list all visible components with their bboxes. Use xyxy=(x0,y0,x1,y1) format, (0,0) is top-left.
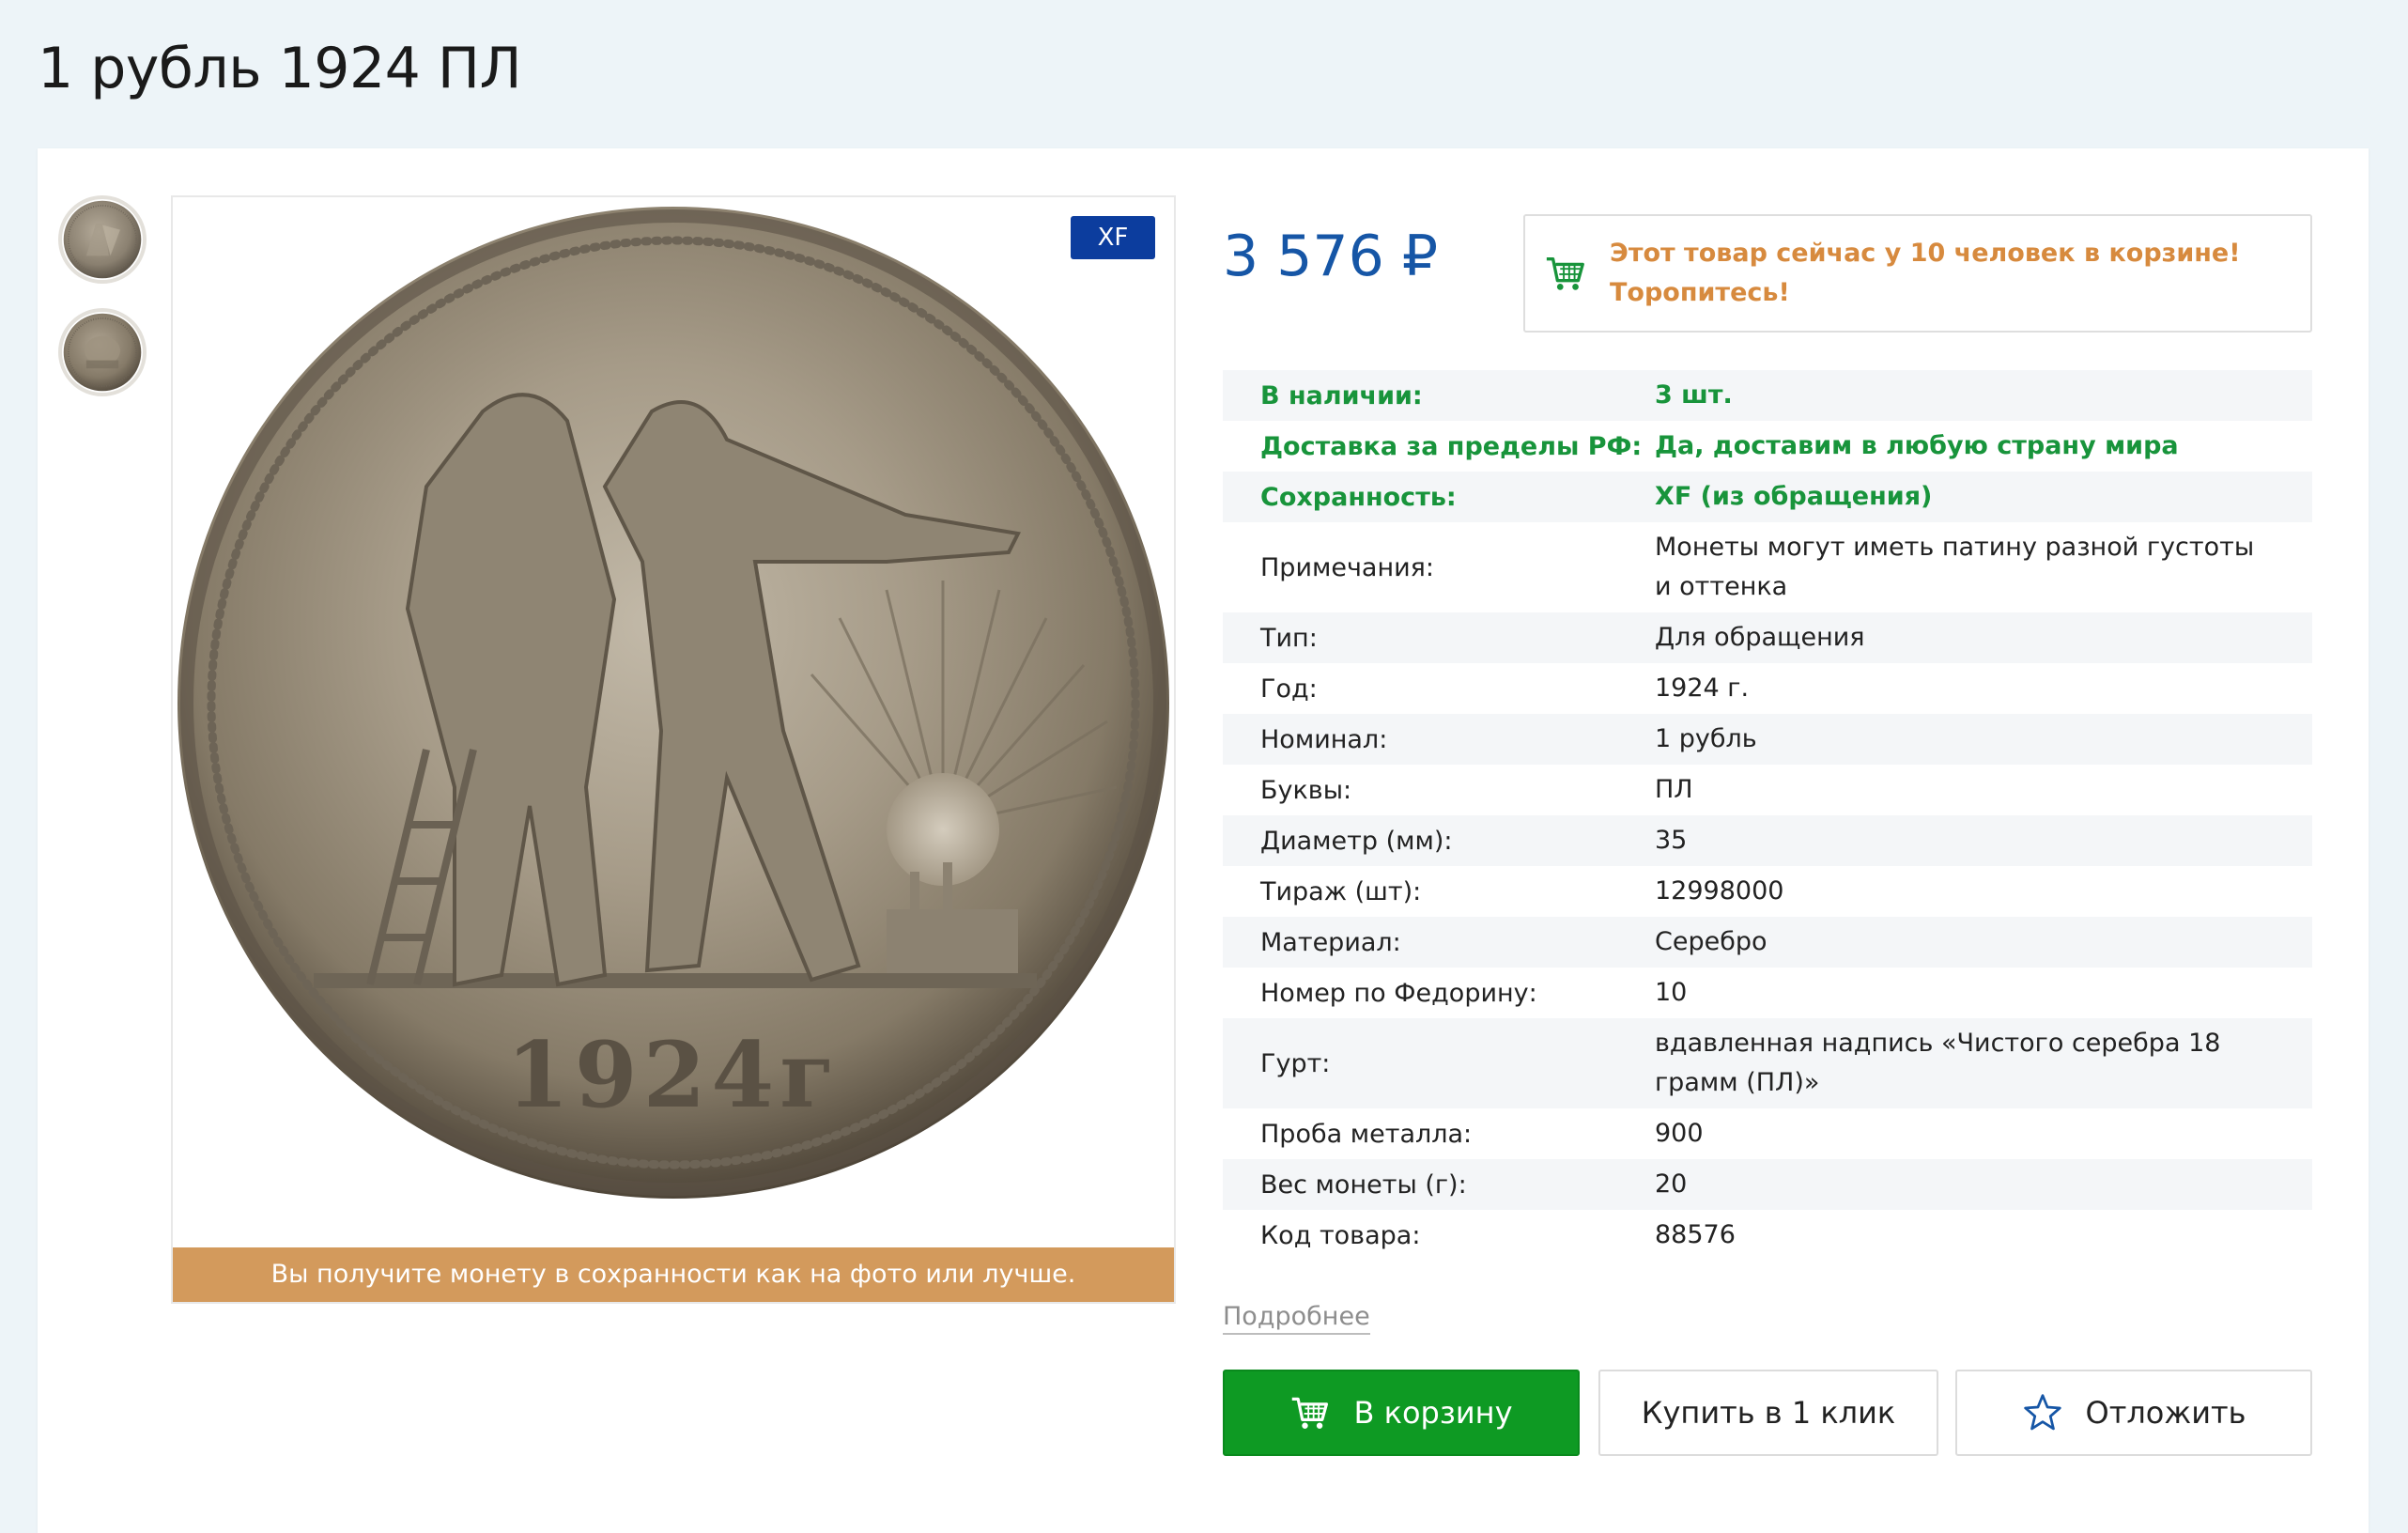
coin-year-text: 1924г xyxy=(506,1022,841,1128)
spec-value: 3 шт. xyxy=(1655,380,1733,410)
star-icon xyxy=(2023,1394,2061,1431)
spec-key: Доставка за пределы РФ: xyxy=(1260,431,1643,461)
spec-row-diameter: Диаметр (мм): 35 xyxy=(1223,815,2312,866)
spec-key: Проба металла: xyxy=(1260,1119,1473,1149)
spec-value: Серебро xyxy=(1655,927,1767,956)
coin-obverse-thumb-image xyxy=(63,313,142,392)
spec-key: Номинал: xyxy=(1260,724,1388,754)
spec-row-denomination: Номинал: 1 рубль xyxy=(1223,714,2312,765)
product-card: 1924г XF Вы получите монету в сохранност… xyxy=(38,148,2369,1533)
save-for-later-label: Отложить xyxy=(2085,1395,2246,1431)
spec-row-stock: В наличии: 3 шт. xyxy=(1223,370,2312,421)
spec-row-sku: Код товара: 88576 xyxy=(1223,1210,2312,1261)
spec-value: Да, доставим в любую страну мира xyxy=(1655,431,2179,460)
spec-value: 12998000 xyxy=(1655,876,1784,906)
spec-row-letters: Буквы: ПЛ xyxy=(1223,765,2312,815)
cart-alert-line2: Торопитесь! xyxy=(1610,278,1790,307)
page-title: 1 рубль 1924 ПЛ xyxy=(38,36,522,101)
spec-value: 1924 г. xyxy=(1655,674,1750,703)
spec-row-fineness: Проба металла: 900 xyxy=(1223,1108,2312,1159)
save-for-later-button[interactable]: Отложить xyxy=(1955,1370,2312,1456)
thumbnail-obverse[interactable] xyxy=(58,308,147,396)
add-to-cart-label: В корзину xyxy=(1353,1395,1513,1431)
spec-key: Год: xyxy=(1260,674,1318,704)
spec-value: 88576 xyxy=(1655,1220,1736,1249)
spec-key: Код товара: xyxy=(1260,1220,1421,1250)
more-details-link[interactable]: Подробнее xyxy=(1223,1302,1370,1335)
photo-note: Вы получите монету в сохранности как на … xyxy=(173,1247,1174,1302)
spec-key: Примечания: xyxy=(1260,552,1435,582)
spec-key: Тираж (шт): xyxy=(1260,876,1422,906)
spec-row-mintage: Тираж (шт): 12998000 xyxy=(1223,866,2312,917)
spec-row-notes: Примечания: Монеты могут иметь патину ра… xyxy=(1223,522,2312,612)
spec-key: Сохранность: xyxy=(1260,482,1457,512)
spec-row-delivery: Доставка за пределы РФ: Да, доставим в л… xyxy=(1223,421,2312,472)
spec-value: 1 рубль xyxy=(1655,724,1757,753)
cart-alert: Этот товар сейчас у 10 человек в корзине… xyxy=(1523,214,2312,333)
spec-value: 20 xyxy=(1655,1169,1688,1199)
cart-icon xyxy=(1546,256,1584,290)
price: 3 576 ₽ xyxy=(1223,224,1439,289)
spec-value: вдавленная надпись «Чистого серебра 18 г… xyxy=(1655,1029,2221,1097)
spec-key: Буквы: xyxy=(1260,775,1352,805)
buy-one-click-button[interactable]: Купить в 1 клик xyxy=(1598,1370,1938,1456)
spec-row-type: Тип: Для обращения xyxy=(1223,612,2312,663)
spec-value: XF (из обращения) xyxy=(1655,482,1933,511)
coin-reverse-thumb-image xyxy=(63,200,142,279)
specs-table: В наличии: 3 шт. Доставка за пределы РФ:… xyxy=(1223,370,2312,1261)
spec-value: ПЛ xyxy=(1655,775,1693,804)
spec-row-edge: Гурт: вдавленная надпись «Чистого серебр… xyxy=(1223,1018,2312,1108)
spec-row-weight: Вес монеты (г): 20 xyxy=(1223,1159,2312,1210)
grade-badge: XF xyxy=(1071,216,1155,259)
thumbnail-reverse[interactable] xyxy=(58,195,147,284)
spec-key: Вес монеты (г): xyxy=(1260,1169,1467,1200)
spec-value: Для обращения xyxy=(1655,623,1865,652)
cart-alert-line1: Этот товар сейчас у 10 человек в корзине… xyxy=(1610,239,2241,268)
spec-value: 900 xyxy=(1655,1119,1704,1148)
spec-key: В наличии: xyxy=(1260,380,1423,410)
add-to-cart-button[interactable]: В корзину xyxy=(1223,1370,1580,1456)
spec-row-grade: Сохранность: XF (из обращения) xyxy=(1223,472,2312,522)
main-photo[interactable]: 1924г XF Вы получите монету в сохранност… xyxy=(171,195,1176,1304)
spec-row-fedorin: Номер по Федорину: 10 xyxy=(1223,968,2312,1018)
coin-image: 1924г xyxy=(178,207,1169,1199)
spec-key: Диаметр (мм): xyxy=(1260,826,1453,856)
spec-value: Монеты могут иметь патину разной густоты… xyxy=(1655,533,2255,601)
spec-value: 35 xyxy=(1655,826,1688,855)
spec-key: Тип: xyxy=(1260,623,1318,653)
spec-row-material: Материал: Серебро xyxy=(1223,917,2312,968)
spec-value: 10 xyxy=(1655,978,1688,1007)
spec-key: Номер по Федорину: xyxy=(1260,978,1537,1008)
spec-row-year: Год: 1924 г. xyxy=(1223,663,2312,714)
cart-icon xyxy=(1292,1397,1329,1429)
spec-key: Материал: xyxy=(1260,927,1401,957)
buy-one-click-label: Купить в 1 клик xyxy=(1641,1395,1896,1431)
spec-key: Гурт: xyxy=(1260,1048,1331,1078)
